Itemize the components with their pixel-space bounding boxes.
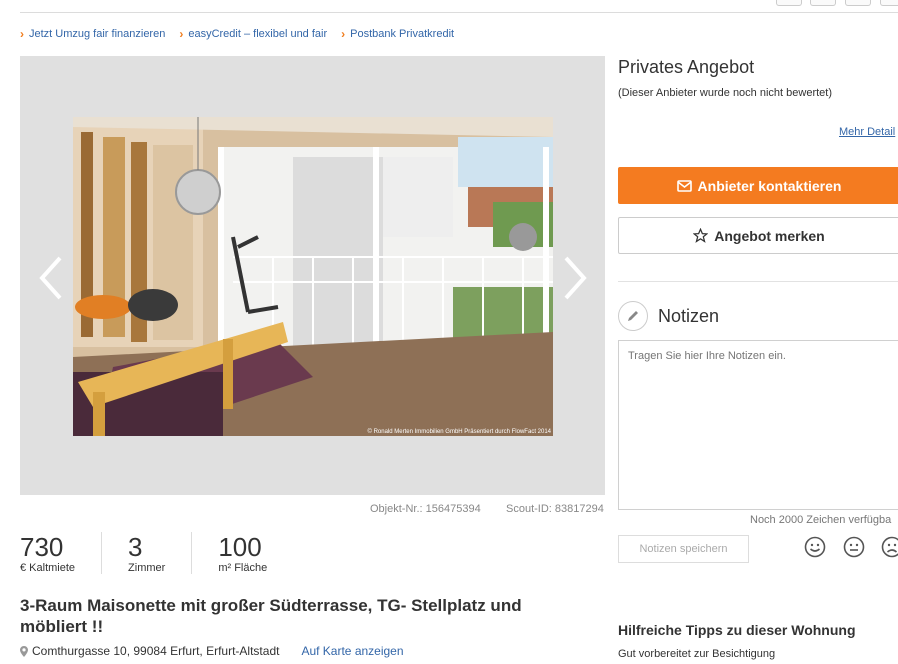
provider-title: Privates Angebot [618, 57, 755, 77]
star-icon [693, 228, 709, 243]
chevron-right-icon [564, 256, 587, 300]
toolbar-button[interactable] [810, 0, 836, 6]
envelope-icon [676, 179, 692, 192]
listing-title: 3-Raum Maisonette mit großer Südterrasse… [20, 596, 522, 636]
address: Comthurgasse 10, 99084 Erfurt, Erfurt-Al… [20, 644, 404, 658]
more-details-link[interactable]: Mehr Detail [839, 126, 895, 138]
top-divider [20, 12, 898, 13]
show-on-map-link[interactable]: Auf Karte anzeigen [301, 644, 403, 658]
stat-rooms: 3 Zimmer [128, 532, 193, 574]
toolbar-button[interactable] [845, 0, 871, 6]
object-number: Objekt-Nr.: 156475394 [370, 503, 481, 515]
contact-provider-button[interactable]: Anbieter kontaktieren [618, 167, 898, 204]
chevron-right-icon: › [20, 27, 24, 41]
next-image-button[interactable] [560, 256, 590, 300]
divider [618, 281, 898, 282]
chevron-right-icon: › [179, 27, 184, 41]
image-gallery[interactable]: © Ronald Merten Immobilien GmbH Präsenti… [20, 56, 605, 495]
neutral-face-icon[interactable] [843, 536, 865, 558]
address-text: Comthurgasse 10, 99084 Erfurt, Erfurt-Al… [32, 644, 280, 658]
map-pin-icon [20, 645, 28, 657]
toolbar-button[interactable] [776, 0, 802, 6]
notes-title: Notizen [658, 306, 720, 326]
chevron-right-icon: › [341, 27, 346, 41]
character-counter: Noch 2000 Zeichen verfügba [750, 514, 892, 526]
promo-link[interactable]: › Postbank Privatkredit [341, 27, 454, 41]
listing-photo[interactable]: © Ronald Merten Immobilien GmbH Präsenti… [73, 117, 553, 436]
sad-face-icon[interactable] [881, 536, 898, 558]
happy-face-icon[interactable] [804, 536, 826, 558]
promo-link[interactable]: › Jetzt Umzug fair finanzieren [20, 27, 165, 41]
chevron-left-icon [39, 256, 62, 300]
stat-rent: 730 € Kaltmiete [20, 532, 103, 574]
provider-rating-note: (Dieser Anbieter wurde noch nicht bewert… [618, 87, 832, 99]
scout-id: Scout-ID: 83817294 [506, 503, 604, 515]
promo-links: › Jetzt Umzug fair finanzieren › easyCredi… [20, 27, 454, 41]
promo-link[interactable]: › easyCredit – flexibel und fair [179, 27, 327, 41]
bookmark-offer-button[interactable]: Angebot merken [618, 217, 898, 254]
key-facts: 730 € Kaltmiete 3 Zimmer 100 m² Fläche [20, 532, 319, 574]
previous-image-button[interactable] [36, 256, 66, 300]
tips-heading: Hilfreiche Tipps zu dieser Wohnung [618, 622, 856, 638]
notes-input[interactable] [618, 340, 898, 510]
toolbar-button[interactable] [880, 0, 898, 6]
save-notes-button[interactable]: Notizen speichern [618, 535, 749, 563]
stat-area: 100 m² Fläche [218, 532, 268, 574]
tips-subheading: Gut vorbereitet zur Besichtigung [618, 648, 776, 660]
pencil-icon [618, 301, 648, 331]
photo-watermark: © Ronald Merten Immobilien GmbH Präsenti… [368, 428, 552, 435]
